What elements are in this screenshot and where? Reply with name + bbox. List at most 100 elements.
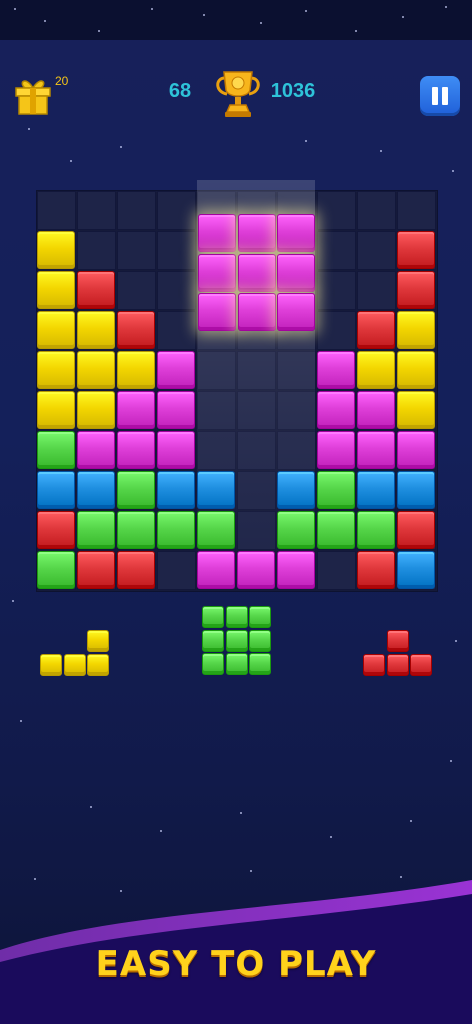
- board-cell[interactable]: [317, 271, 356, 310]
- star: [410, 820, 412, 822]
- star: [330, 836, 332, 838]
- yellow-block: [77, 391, 115, 429]
- board-cell[interactable]: [77, 231, 116, 270]
- board-cell[interactable]: [237, 511, 276, 550]
- pause-icon: [442, 87, 448, 105]
- green-tray-block: [249, 653, 271, 675]
- blue-block: [157, 471, 195, 509]
- board-cell[interactable]: [317, 311, 356, 350]
- star: [98, 30, 100, 32]
- magenta-piece-block: [277, 253, 315, 292]
- magenta-block: [157, 431, 195, 469]
- blue-block: [37, 471, 75, 509]
- board-cell[interactable]: [357, 191, 396, 230]
- magenta-block: [157, 391, 195, 429]
- star: [240, 812, 242, 814]
- yellow-block: [357, 351, 395, 389]
- green-tray-block: [225, 629, 248, 652]
- board-cell[interactable]: [117, 191, 156, 230]
- magenta-block: [317, 431, 355, 469]
- red-block: [77, 551, 115, 589]
- green-tray-block: [202, 606, 224, 628]
- green-tray-block: [202, 653, 224, 675]
- magenta-block: [277, 551, 315, 589]
- board-cell[interactable]: [117, 231, 156, 270]
- star: [70, 160, 72, 162]
- star: [455, 640, 457, 642]
- red-block: [397, 511, 435, 549]
- green-block: [117, 511, 155, 549]
- yellow-block: [37, 231, 75, 269]
- yellow-block: [37, 311, 75, 349]
- pause-icon: [432, 87, 438, 105]
- blue-block: [397, 551, 435, 589]
- board-cell[interactable]: [397, 191, 436, 230]
- star: [452, 170, 454, 172]
- green-tray-block: [202, 629, 224, 652]
- board-cell[interactable]: [157, 271, 196, 310]
- star: [380, 150, 382, 152]
- board-cell[interactable]: [157, 311, 196, 350]
- yellow-block: [117, 351, 155, 389]
- green-block: [317, 471, 355, 509]
- board-cell[interactable]: [357, 271, 396, 310]
- board-cell[interactable]: [117, 271, 156, 310]
- board-cell[interactable]: [37, 191, 76, 230]
- board-cell[interactable]: [277, 391, 316, 430]
- star: [355, 30, 357, 32]
- red-block: [397, 271, 435, 309]
- board-cell[interactable]: [157, 191, 196, 230]
- yellow-block: [77, 351, 115, 389]
- yellow-tray-block: [40, 653, 62, 676]
- red-block: [357, 311, 395, 349]
- board-cell[interactable]: [237, 471, 276, 510]
- board-cell[interactable]: [317, 551, 356, 590]
- yellow-tray-block: [87, 653, 109, 676]
- star: [402, 16, 404, 18]
- board-cell[interactable]: [357, 231, 396, 270]
- red-block: [77, 271, 115, 309]
- magenta-block: [157, 351, 195, 389]
- magenta-piece-block: [277, 293, 315, 331]
- board-cell[interactable]: [157, 551, 196, 590]
- pause-button[interactable]: [420, 76, 460, 116]
- star: [305, 140, 307, 142]
- green-tray-block: [249, 629, 271, 652]
- board-cell[interactable]: [197, 391, 236, 430]
- star: [120, 146, 122, 148]
- blue-block: [397, 471, 435, 509]
- green-tray-block: [225, 606, 248, 628]
- green-tray-block: [225, 653, 248, 675]
- green-block: [357, 511, 395, 549]
- magenta-block: [117, 431, 155, 469]
- yellow-block: [37, 391, 75, 429]
- star: [160, 830, 162, 832]
- star: [151, 8, 153, 10]
- magenta-block: [357, 431, 395, 469]
- red-tray-block: [410, 653, 432, 676]
- blue-block: [197, 471, 235, 509]
- red-block: [397, 231, 435, 269]
- red-tray-block: [363, 653, 385, 676]
- tagline: EASY TO PLAY: [95, 944, 377, 984]
- board-cell[interactable]: [277, 351, 316, 390]
- yellow-block: [77, 311, 115, 349]
- star: [12, 600, 14, 602]
- gift-icon[interactable]: [14, 76, 52, 116]
- board-cell[interactable]: [197, 431, 236, 470]
- green-block: [277, 511, 315, 549]
- board-cell[interactable]: [317, 231, 356, 270]
- board-cell[interactable]: [157, 231, 196, 270]
- yellow-block: [397, 311, 435, 349]
- board-cell[interactable]: [237, 391, 276, 430]
- star: [44, 20, 46, 22]
- board-cell[interactable]: [237, 351, 276, 390]
- star: [14, 8, 16, 10]
- board-cell[interactable]: [237, 431, 276, 470]
- board-cell[interactable]: [77, 191, 116, 230]
- yellow-block: [397, 351, 435, 389]
- board-cell[interactable]: [317, 191, 356, 230]
- board-cell[interactable]: [277, 431, 316, 470]
- board-cell[interactable]: [197, 351, 236, 390]
- green-block: [197, 511, 235, 549]
